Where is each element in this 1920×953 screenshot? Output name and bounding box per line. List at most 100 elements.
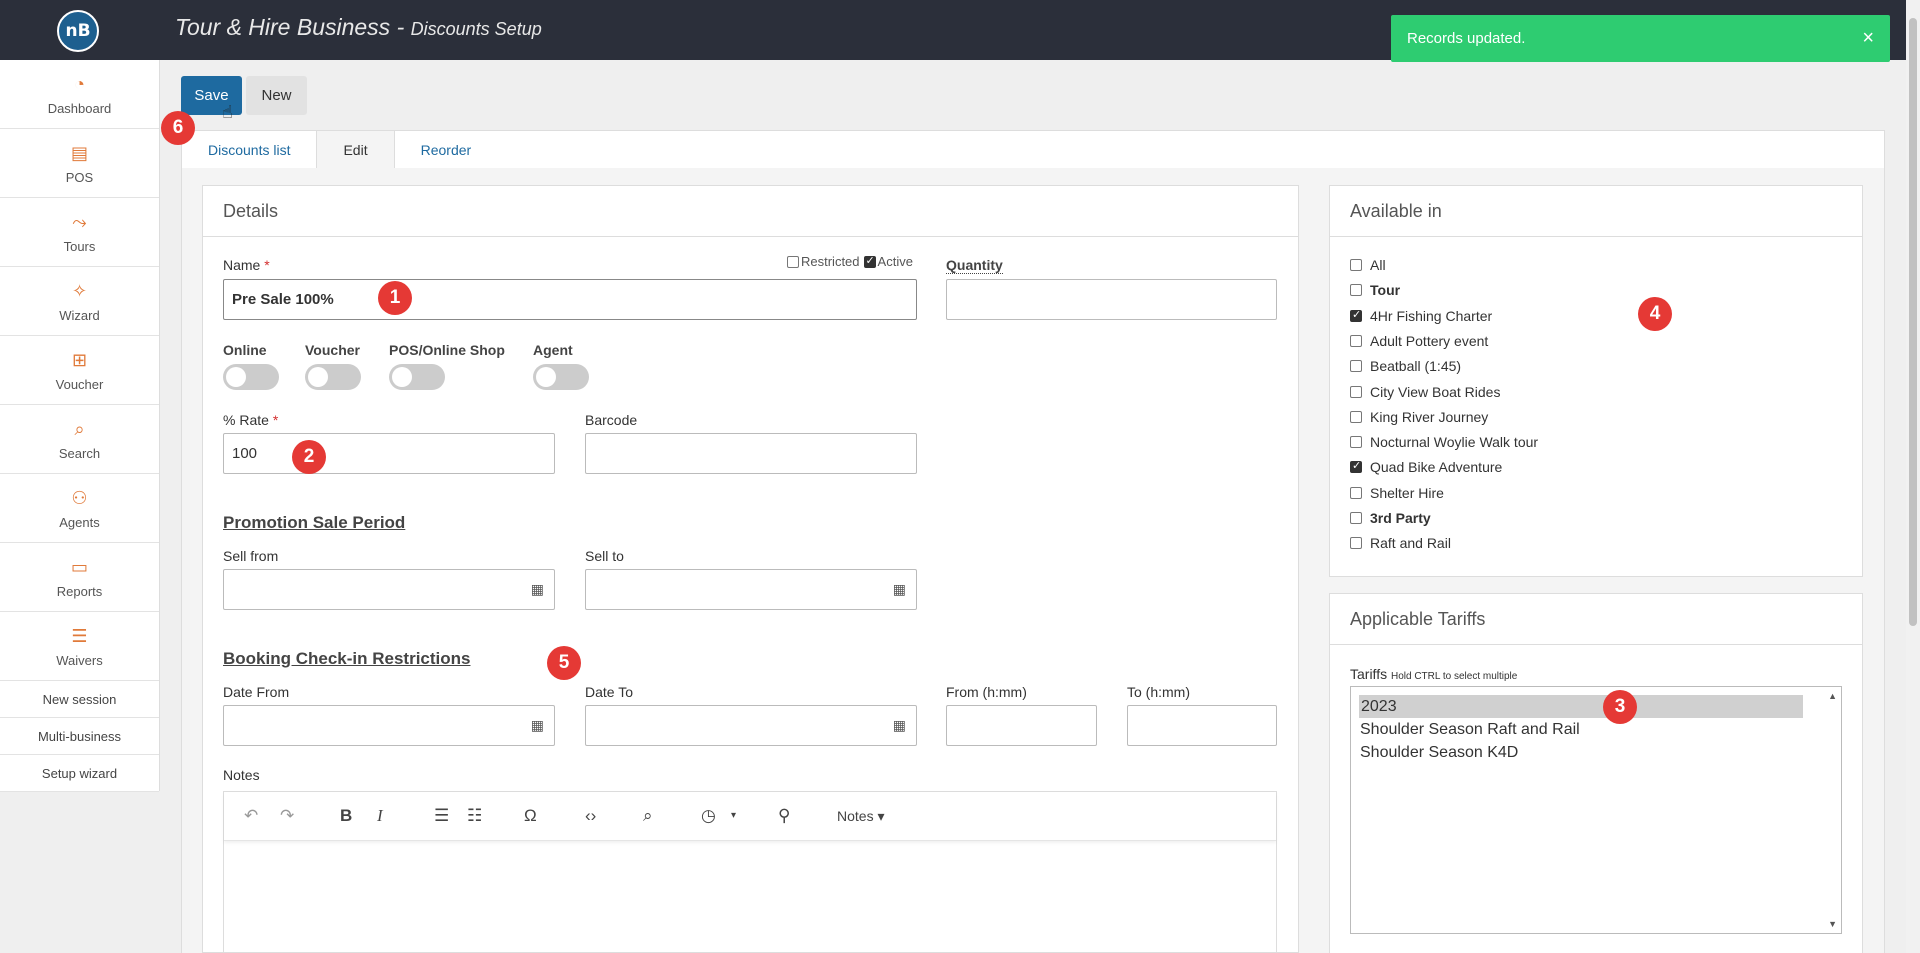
from-time-input[interactable] bbox=[946, 705, 1097, 746]
scroll-up-icon[interactable]: ▲ bbox=[1828, 691, 1837, 701]
italic-icon[interactable]: I bbox=[377, 806, 383, 826]
quantity-input[interactable] bbox=[946, 279, 1277, 320]
sidebar-item-waivers[interactable]: ☰ Waivers bbox=[0, 612, 159, 681]
undo-icon[interactable]: ↶ bbox=[244, 806, 258, 826]
tariffs-select[interactable]: 2023 Shoulder Season Raft and Rail Shoul… bbox=[1350, 686, 1842, 934]
tariff-option[interactable]: Shoulder Season K4D bbox=[1351, 741, 1841, 764]
available-item-checkbox[interactable] bbox=[1350, 385, 1362, 398]
format-dropdown[interactable]: Notes ▾ bbox=[837, 808, 885, 825]
pos-icon: ▤ bbox=[70, 142, 88, 163]
available-item-checkbox[interactable] bbox=[1350, 410, 1362, 423]
sidebar-link-new-session[interactable]: New session bbox=[0, 681, 159, 718]
available-item-checkbox[interactable] bbox=[1350, 459, 1362, 474]
sidebar-item-dashboard[interactable]: ◔ Dashboard bbox=[0, 60, 159, 129]
tab-discounts-list[interactable]: Discounts list bbox=[182, 131, 318, 169]
link-icon[interactable]: ⚲ bbox=[778, 806, 790, 826]
available-item[interactable]: All bbox=[1350, 257, 1386, 273]
restricted-checkbox[interactable] bbox=[787, 255, 799, 268]
calendar-icon[interactable]: ▦ bbox=[531, 717, 544, 734]
tariffs-hint: Hold CTRL to select multiple bbox=[1390, 671, 1518, 682]
date-to-input[interactable]: ▦ bbox=[585, 705, 917, 746]
available-item-label: 4Hr Fishing Charter bbox=[1370, 307, 1493, 324]
new-button[interactable]: New bbox=[246, 76, 307, 115]
available-item-checkbox[interactable] bbox=[1350, 512, 1362, 524]
rate-input[interactable]: 100 bbox=[223, 433, 555, 474]
sidebar-item-wizard[interactable]: ✧ Wizard bbox=[0, 267, 159, 336]
tab-edit[interactable]: Edit bbox=[317, 131, 395, 169]
sidebar-item-agents[interactable]: ⚇ Agents bbox=[0, 474, 159, 543]
available-item[interactable]: Beatball (1:45) bbox=[1350, 358, 1461, 374]
voucher-toggle[interactable] bbox=[305, 364, 361, 390]
available-item[interactable]: King River Journey bbox=[1350, 409, 1488, 425]
scrollbar-thumb[interactable] bbox=[1909, 18, 1917, 626]
bold-icon[interactable]: B bbox=[340, 806, 352, 826]
available-item[interactable]: Adult Pottery event bbox=[1350, 333, 1488, 349]
voucher-icon: ⊞ bbox=[71, 349, 88, 370]
sidebar-item-voucher[interactable]: ⊞ Voucher bbox=[0, 336, 159, 405]
agent-toggle[interactable] bbox=[533, 364, 589, 390]
sell-from-input[interactable]: ▦ bbox=[223, 569, 555, 610]
redo-icon[interactable]: ↷ bbox=[280, 806, 294, 826]
name-label: Name * bbox=[223, 257, 270, 273]
sidebar-link-multi-business[interactable]: Multi-business bbox=[0, 718, 159, 755]
chevron-down-icon[interactable]: ▾ bbox=[731, 810, 736, 821]
source-code-icon[interactable]: ‹› bbox=[585, 806, 596, 826]
available-item[interactable]: City View Boat Rides bbox=[1350, 384, 1500, 400]
active-checkbox[interactable] bbox=[863, 254, 876, 268]
available-item-checkbox[interactable] bbox=[1350, 537, 1362, 550]
available-item-checkbox[interactable] bbox=[1350, 284, 1362, 297]
sidebar-link-setup-wizard[interactable]: Setup wizard bbox=[0, 755, 159, 792]
available-item-label: 3rd Party bbox=[1370, 510, 1431, 526]
available-item-checkbox[interactable] bbox=[1350, 486, 1362, 499]
available-item[interactable]: Quad Bike Adventure bbox=[1350, 459, 1502, 475]
calendar-icon[interactable]: ▦ bbox=[893, 581, 906, 598]
available-item-checkbox[interactable] bbox=[1350, 360, 1362, 373]
pos-online-shop-toggle[interactable] bbox=[389, 364, 445, 390]
clock-icon[interactable]: ◷ bbox=[701, 806, 716, 826]
app-logo[interactable]: nB bbox=[57, 10, 99, 52]
scroll-down-icon[interactable]: ▼ bbox=[1828, 919, 1837, 929]
calendar-icon[interactable]: ▦ bbox=[531, 581, 544, 598]
sidebar-item-search[interactable]: ⌕ Search bbox=[0, 405, 159, 474]
sidebar-item-reports[interactable]: ▭ Reports bbox=[0, 543, 159, 612]
success-toast: Records updated. × bbox=[1391, 15, 1890, 62]
tab-reorder[interactable]: Reorder bbox=[395, 131, 498, 169]
numbered-list-icon[interactable]: ☷ bbox=[467, 806, 482, 826]
date-from-label: Date From bbox=[223, 684, 290, 700]
available-item[interactable]: 4Hr Fishing Charter bbox=[1350, 308, 1492, 324]
tariff-option[interactable]: Shoulder Season Raft and Rail bbox=[1351, 718, 1841, 741]
mouse-cursor-icon: ☝ bbox=[222, 102, 233, 122]
bullet-list-icon[interactable]: ☰ bbox=[434, 806, 449, 826]
available-item[interactable]: Raft and Rail bbox=[1350, 535, 1451, 551]
available-item[interactable]: 3rd Party bbox=[1350, 510, 1431, 526]
booking-checkin-restrictions-title: Booking Check-in Restrictions bbox=[223, 649, 471, 668]
notes-editor[interactable]: ↶ ↷ B I ☰ ☷ Ω ‹› ⌕ ◷ ▾ ⚲ Notes ▾ bbox=[223, 791, 1277, 953]
search-icon[interactable]: ⌕ bbox=[643, 806, 653, 826]
available-item-checkbox[interactable] bbox=[1350, 308, 1362, 322]
to-time-input[interactable] bbox=[1127, 705, 1277, 746]
online-toggle[interactable] bbox=[223, 364, 279, 390]
sidebar-item-tours[interactable]: ⤳ Tours bbox=[0, 198, 159, 267]
available-item-checkbox[interactable] bbox=[1350, 436, 1362, 449]
sidebar-item-pos[interactable]: ▤ POS bbox=[0, 129, 159, 198]
available-item-checkbox[interactable] bbox=[1350, 334, 1362, 347]
available-item[interactable]: Tour bbox=[1350, 282, 1400, 298]
close-icon[interactable]: × bbox=[1862, 27, 1874, 50]
available-item[interactable]: Shelter Hire bbox=[1350, 485, 1444, 501]
editor-toolbar: ↶ ↷ B I ☰ ☷ Ω ‹› ⌕ ◷ ▾ ⚲ Notes ▾ bbox=[224, 792, 1276, 841]
name-input[interactable]: Pre Sale 100% bbox=[223, 279, 917, 320]
tariff-option[interactable]: 2023 bbox=[1359, 695, 1803, 718]
sell-to-label: Sell to bbox=[585, 548, 624, 564]
special-character-icon[interactable]: Ω bbox=[524, 806, 537, 826]
available-item-label: Nocturnal Woylie Walk tour bbox=[1370, 434, 1539, 451]
page-scrollbar[interactable] bbox=[1906, 0, 1920, 953]
available-item-checkbox[interactable] bbox=[1350, 259, 1362, 271]
available-item-label: Quad Bike Adventure bbox=[1370, 459, 1503, 476]
calendar-icon[interactable]: ▦ bbox=[893, 717, 906, 734]
tariffs-label: Tariffs Hold CTRL to select multiple bbox=[1350, 666, 1518, 682]
available-item[interactable]: Nocturnal Woylie Walk tour bbox=[1350, 434, 1538, 450]
barcode-input[interactable] bbox=[585, 433, 917, 474]
sell-to-input[interactable]: ▦ bbox=[585, 569, 917, 610]
date-from-input[interactable]: ▦ bbox=[223, 705, 555, 746]
tab-bar: Discounts list Edit Reorder bbox=[181, 130, 1885, 169]
